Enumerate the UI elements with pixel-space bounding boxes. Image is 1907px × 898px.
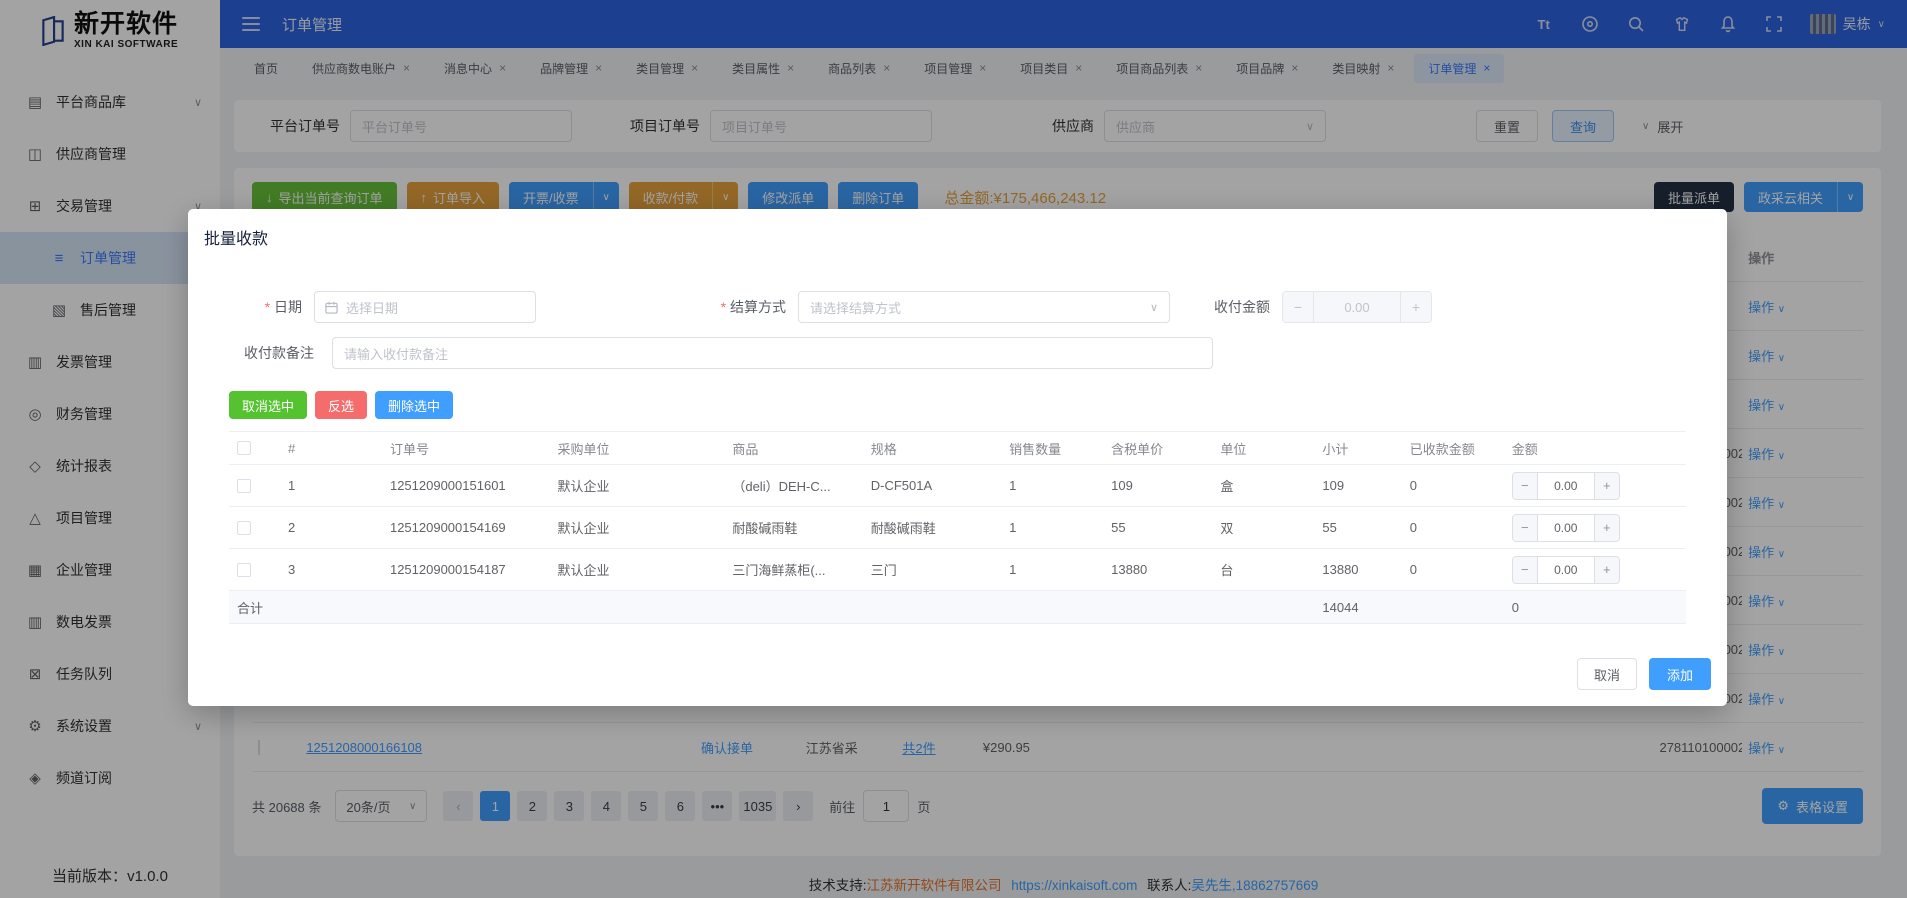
date-picker-input[interactable]: 选择日期 bbox=[314, 291, 536, 323]
qty-cell: 1 bbox=[1001, 478, 1103, 493]
minus-icon[interactable]: − bbox=[1513, 515, 1537, 541]
minus-icon[interactable]: − bbox=[1283, 292, 1313, 322]
price-cell: 13880 bbox=[1103, 562, 1212, 577]
modal-header-cell: 已收款金额 bbox=[1402, 439, 1504, 458]
modal-header-cell: 采购单位 bbox=[550, 439, 725, 458]
pay-amount-stepper: − 0.00 + bbox=[1282, 291, 1432, 323]
amount-stepper-cell: −0.00+ bbox=[1504, 514, 1686, 542]
received-cell: 0 bbox=[1402, 478, 1504, 493]
pay-amount-value[interactable]: 0.00 bbox=[1313, 292, 1401, 322]
product-cell: （deli）DEH-C... bbox=[724, 476, 862, 495]
buyer-cell: 默认企业 bbox=[550, 518, 725, 537]
calendar-icon bbox=[325, 301, 338, 314]
index-cell: 3 bbox=[280, 562, 382, 577]
remark-label: 收付款备注 bbox=[224, 343, 314, 363]
modal-table-row: 11251209000151601默认企业（deli）DEH-C...D-CF5… bbox=[229, 465, 1686, 507]
modal-footer: 取消 添加 bbox=[1577, 658, 1711, 690]
index-cell: 1 bbox=[280, 478, 382, 493]
row-amount-stepper: −0.00+ bbox=[1512, 556, 1620, 584]
sum-amount-cell: 0 bbox=[1504, 600, 1686, 615]
modal-toolbar: 取消选中反选删除选中 bbox=[229, 391, 1711, 419]
received-cell: 0 bbox=[1402, 562, 1504, 577]
remark-input[interactable]: 请输入收付款备注 bbox=[332, 337, 1213, 369]
received-cell: 0 bbox=[1402, 520, 1504, 535]
settlement-select[interactable]: 请选择结算方式 ∨ bbox=[798, 291, 1170, 323]
qty-cell: 1 bbox=[1001, 562, 1103, 577]
subtotal-cell: 109 bbox=[1314, 478, 1401, 493]
subtotal-cell: 55 bbox=[1314, 520, 1401, 535]
qty-cell: 1 bbox=[1001, 520, 1103, 535]
modal-table: #订单号采购单位商品规格销售数量含税单价单位小计已收款金额金额112512090… bbox=[229, 431, 1686, 624]
row-amount-value[interactable]: 0.00 bbox=[1537, 473, 1595, 499]
order-no-cell: 1251209000154187 bbox=[382, 562, 550, 577]
settlement-label: 结算方式 bbox=[536, 297, 786, 317]
plus-icon[interactable]: + bbox=[1595, 515, 1619, 541]
order-no-cell: 1251209000154169 bbox=[382, 520, 550, 535]
row-checkbox-cell bbox=[229, 479, 280, 493]
spec-cell: 耐酸碱雨鞋 bbox=[863, 518, 1001, 537]
row-amount-stepper: −0.00+ bbox=[1512, 472, 1620, 500]
modal-table-row: 31251209000154187默认企业三门海鲜蒸柜(...三门113880台… bbox=[229, 549, 1686, 591]
minus-icon[interactable]: − bbox=[1513, 557, 1537, 583]
order-no-cell: 1251209000151601 bbox=[382, 478, 550, 493]
add-button[interactable]: 添加 bbox=[1649, 658, 1711, 690]
plus-icon[interactable]: + bbox=[1401, 292, 1431, 322]
modal-toolbar-button-反选[interactable]: 反选 bbox=[315, 391, 367, 419]
row-checkbox-cell bbox=[229, 521, 280, 535]
spec-cell: 三门 bbox=[863, 560, 1001, 579]
amount-stepper-cell: −0.00+ bbox=[1504, 472, 1686, 500]
modal-form-row2: 收付款备注 请输入收付款备注 bbox=[204, 337, 1711, 369]
modal-header-cell: 订单号 bbox=[382, 439, 550, 458]
modal-table-row: 21251209000154169默认企业耐酸碱雨鞋耐酸碱雨鞋155双550−0… bbox=[229, 507, 1686, 549]
row-checkbox[interactable] bbox=[237, 563, 251, 577]
row-amount-value[interactable]: 0.00 bbox=[1537, 515, 1595, 541]
product-cell: 三门海鲜蒸柜(... bbox=[724, 560, 862, 579]
price-cell: 55 bbox=[1103, 520, 1212, 535]
modal-header-cell: 规格 bbox=[863, 439, 1001, 458]
row-amount-stepper: −0.00+ bbox=[1512, 514, 1620, 542]
modal-header-cell: 含税单价 bbox=[1103, 439, 1212, 458]
batch-payment-modal: 批量收款 日期 选择日期 结算方式 请选择结算方式 ∨ 收付金额 − 0.00 … bbox=[188, 209, 1727, 706]
spec-cell: D-CF501A bbox=[863, 478, 1001, 493]
unit-cell: 台 bbox=[1212, 560, 1314, 579]
header-checkbox-cell bbox=[229, 441, 280, 455]
unit-cell: 双 bbox=[1212, 518, 1314, 537]
modal-toolbar-button-删除选中[interactable]: 删除选中 bbox=[375, 391, 453, 419]
modal-form-row1: 日期 选择日期 结算方式 请选择结算方式 ∨ 收付金额 − 0.00 + bbox=[204, 291, 1711, 323]
pay-amount-label: 收付金额 bbox=[1170, 297, 1270, 317]
cancel-button[interactable]: 取消 bbox=[1577, 658, 1637, 690]
modal-header-cell: # bbox=[280, 441, 382, 456]
index-cell: 2 bbox=[280, 520, 382, 535]
row-amount-value[interactable]: 0.00 bbox=[1537, 557, 1595, 583]
buyer-cell: 默认企业 bbox=[550, 560, 725, 579]
subtotal-cell: 13880 bbox=[1314, 562, 1401, 577]
product-cell: 耐酸碱雨鞋 bbox=[724, 518, 862, 537]
buyer-cell: 默认企业 bbox=[550, 476, 725, 495]
row-checkbox[interactable] bbox=[237, 479, 251, 493]
modal-title: 批量收款 bbox=[204, 225, 1711, 249]
plus-icon[interactable]: + bbox=[1595, 557, 1619, 583]
plus-icon[interactable]: + bbox=[1595, 473, 1619, 499]
modal-header-cell: 金额 bbox=[1504, 439, 1686, 458]
minus-icon[interactable]: − bbox=[1513, 473, 1537, 499]
unit-cell: 盒 bbox=[1212, 476, 1314, 495]
date-label: 日期 bbox=[204, 297, 302, 317]
row-checkbox[interactable] bbox=[237, 521, 251, 535]
price-cell: 109 bbox=[1103, 478, 1212, 493]
amount-stepper-cell: −0.00+ bbox=[1504, 556, 1686, 584]
chevron-down-icon: ∨ bbox=[1150, 301, 1158, 314]
modal-sum-row: 合计 14044 0 bbox=[229, 591, 1686, 624]
sum-subtotal-cell: 14044 bbox=[1314, 600, 1401, 615]
modal-header-cell: 商品 bbox=[724, 439, 862, 458]
modal-header-cell: 销售数量 bbox=[1001, 439, 1103, 458]
modal-table-header: #订单号采购单位商品规格销售数量含税单价单位小计已收款金额金额 bbox=[229, 432, 1686, 465]
row-checkbox-cell bbox=[229, 563, 280, 577]
modal-header-cell: 单位 bbox=[1212, 439, 1314, 458]
modal-header-cell: 小计 bbox=[1314, 439, 1401, 458]
modal-toolbar-button-取消选中[interactable]: 取消选中 bbox=[229, 391, 307, 419]
sum-label-cell: 合计 bbox=[229, 598, 382, 617]
select-all-checkbox[interactable] bbox=[237, 441, 251, 455]
